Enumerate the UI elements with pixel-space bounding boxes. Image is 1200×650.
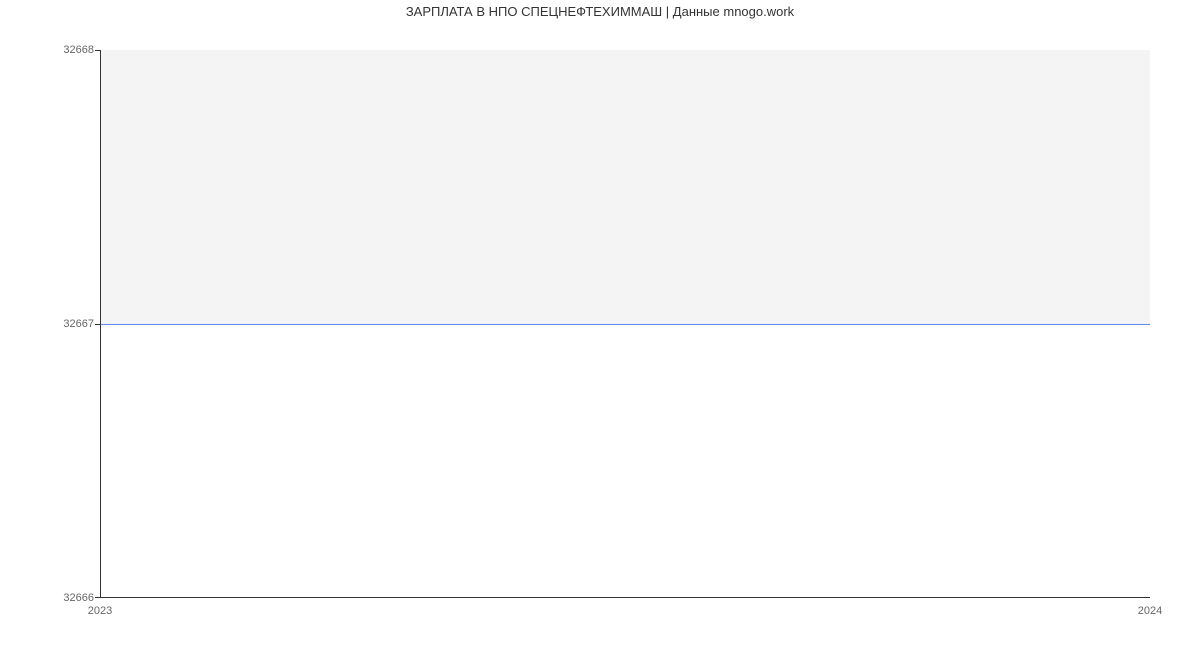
y-tick-label: 32668	[63, 44, 94, 56]
plot-area	[100, 50, 1150, 598]
series-line	[101, 324, 1150, 325]
x-tick-label: 2024	[1138, 605, 1162, 617]
area-fill	[101, 50, 1150, 324]
chart-title: ЗАРПЛАТА В НПО СПЕЦНЕФТЕХИММАШ | Данные …	[0, 4, 1200, 19]
chart-container: ЗАРПЛАТА В НПО СПЕЦНЕФТЕХИММАШ | Данные …	[0, 0, 1200, 650]
x-tick-label: 2023	[88, 605, 112, 617]
y-tick-label: 32667	[63, 318, 94, 330]
y-tick-label: 32666	[63, 592, 94, 604]
